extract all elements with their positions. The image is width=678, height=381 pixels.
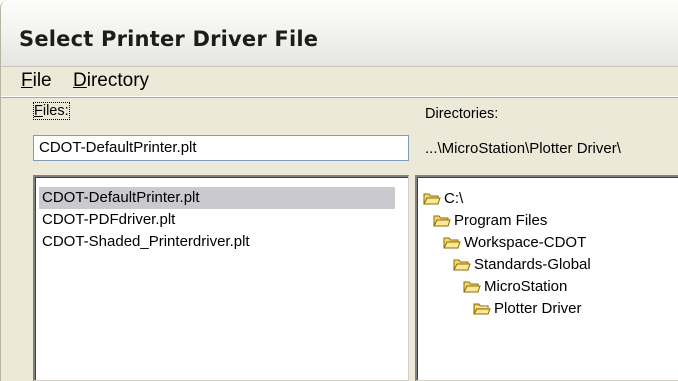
- dialog-window: Select Printer Driver File File Director…: [0, 0, 678, 381]
- current-directory-path: ...\MicroStation\Plotter Driver\: [425, 140, 621, 157]
- directories-tree[interactable]: C:\ Program Files Workspace-CDOT Standar…: [415, 175, 678, 381]
- directory-item-label: Workspace-CDOT: [464, 234, 587, 251]
- directory-item-label: Program Files: [454, 212, 548, 229]
- menu-bar: File Directory: [1, 67, 678, 97]
- files-label-accel: F: [34, 103, 43, 119]
- directories-label: Directories:: [425, 106, 499, 122]
- open-folder-icon: [473, 303, 491, 315]
- directory-item-label: MicroStation: [484, 278, 568, 295]
- directory-item-label: Plotter Driver: [494, 300, 582, 317]
- directory-item-label: C:\: [444, 190, 464, 207]
- menu-file[interactable]: File: [21, 70, 52, 92]
- menu-directory-accel: D: [73, 70, 87, 91]
- directory-item[interactable]: Standards-Global: [453, 254, 591, 276]
- directory-item[interactable]: MicroStation: [463, 276, 567, 298]
- file-item-selected[interactable]: CDOT-DefaultPrinter.plt: [39, 187, 395, 209]
- folder-icon: [443, 237, 461, 249]
- folder-icon: [423, 193, 441, 205]
- file-item[interactable]: CDOT-Shaded_Printerdriver.plt: [39, 231, 250, 253]
- menu-directory[interactable]: Directory: [73, 70, 149, 92]
- title-bar[interactable]: Select Printer Driver File: [1, 0, 678, 67]
- folder-icon: [463, 281, 481, 293]
- menu-file-accel: F: [21, 70, 33, 91]
- files-label: Files:: [33, 102, 70, 120]
- filename-input[interactable]: CDOT-DefaultPrinter.plt: [33, 135, 409, 161]
- window-title: Select Printer Driver File: [19, 27, 319, 51]
- directory-item[interactable]: Workspace-CDOT: [443, 232, 586, 254]
- menu-directory-label: irectory: [86, 70, 150, 91]
- directory-item[interactable]: Program Files: [433, 210, 547, 232]
- file-item[interactable]: CDOT-PDFdriver.plt: [39, 209, 175, 231]
- files-list[interactable]: CDOT-DefaultPrinter.plt CDOT-PDFdriver.p…: [33, 175, 409, 381]
- folder-icon: [453, 259, 471, 271]
- directory-item-label: Standards-Global: [474, 256, 591, 273]
- directory-item[interactable]: C:\: [423, 188, 463, 210]
- menu-file-label: ile: [32, 70, 52, 91]
- files-label-text: iles:: [42, 103, 69, 119]
- directory-item-current[interactable]: Plotter Driver: [473, 298, 582, 320]
- folder-icon: [433, 215, 451, 227]
